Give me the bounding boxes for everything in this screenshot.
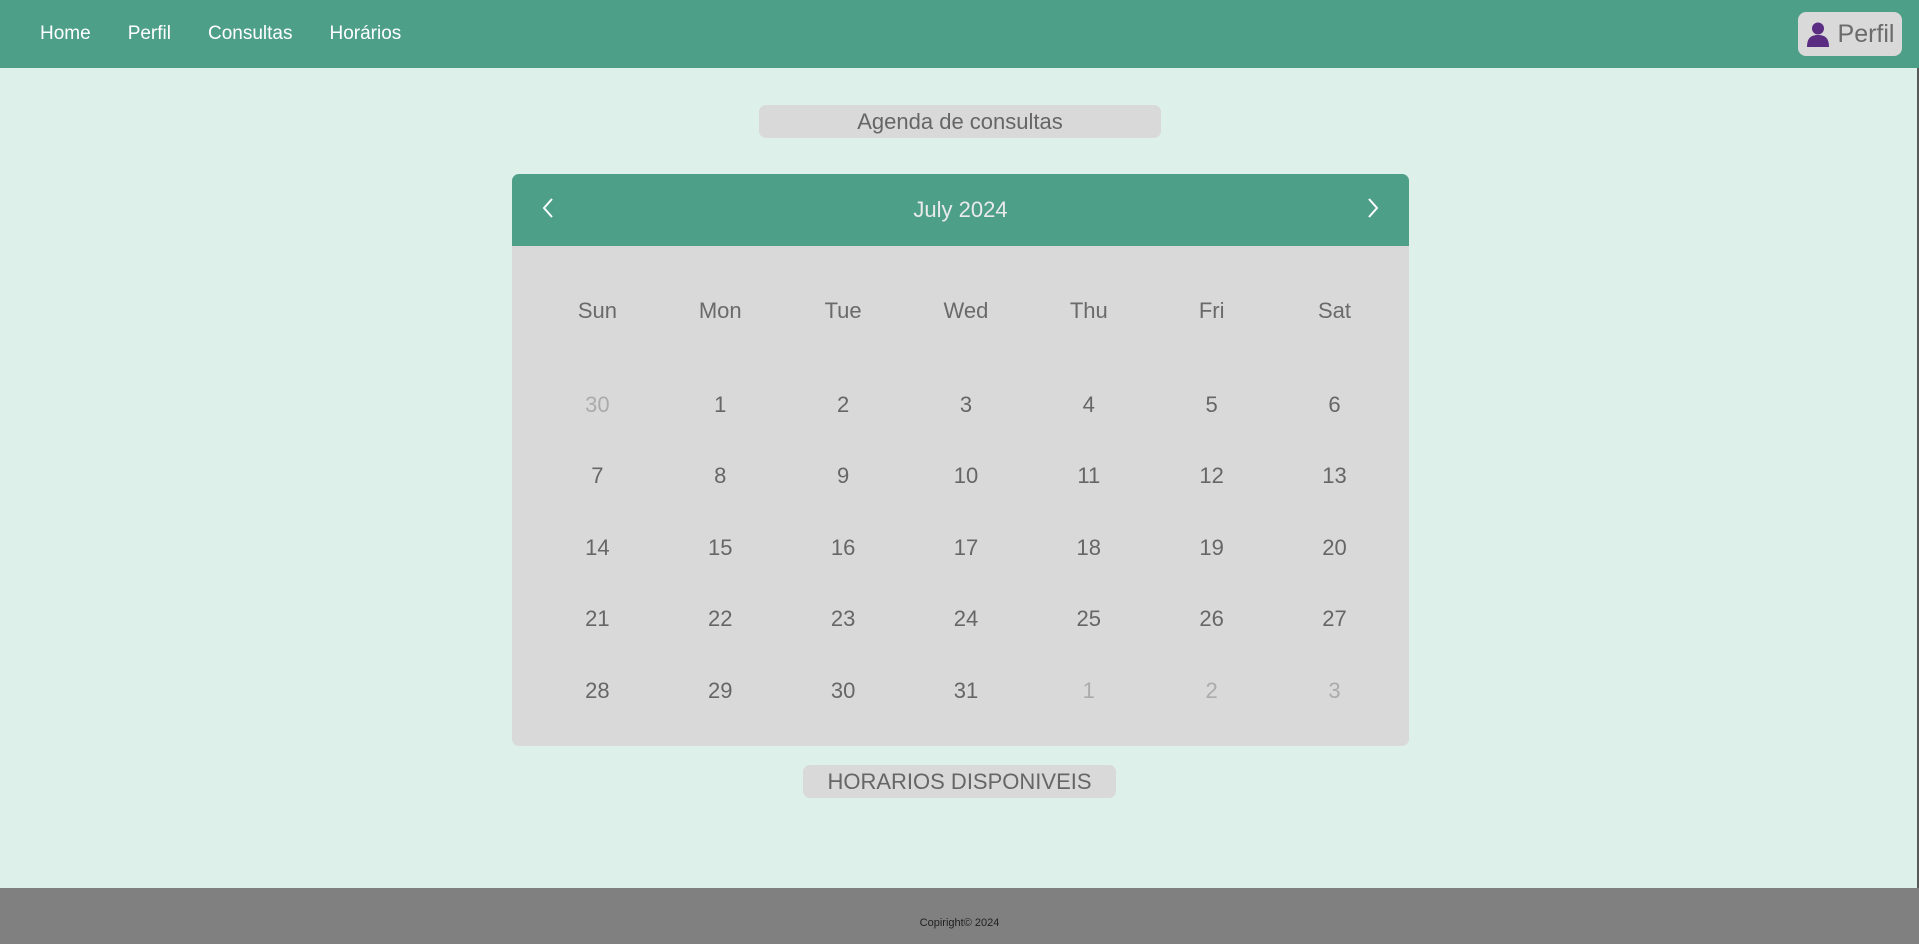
calendar-day[interactable]: 25 xyxy=(1027,584,1150,656)
footer-copyright: Copiright© 2024 xyxy=(919,917,1000,929)
calendar-day-outside-month[interactable]: 1 xyxy=(1027,655,1150,727)
calendar-day[interactable]: 6 xyxy=(1273,369,1396,441)
navbar: Home Perfil Consultas Horários Perfil xyxy=(0,0,1919,68)
calendar-day[interactable]: 19 xyxy=(1150,512,1273,584)
weekday-fri: Fri xyxy=(1198,298,1225,323)
calendar-day-outside-month[interactable]: 30 xyxy=(536,369,659,441)
calendar-day[interactable]: 27 xyxy=(1273,584,1396,656)
calendar-day[interactable]: 28 xyxy=(536,655,659,727)
calendar-day[interactable]: 17 xyxy=(905,512,1028,584)
days-grid: 30 1 2 3 4 5 6 7 8 9 10 11 12 13 14 15 16 17 18 19 20 21 22 23 2… xyxy=(536,369,1396,727)
nav-link-perfil[interactable]: Perfil xyxy=(128,23,171,45)
calendar-day[interactable]: 26 xyxy=(1150,584,1273,656)
calendar-day[interactable]: 20 xyxy=(1273,512,1396,584)
calendar-day[interactable]: 29 xyxy=(659,655,782,727)
calendar-day[interactable]: 11 xyxy=(1027,441,1150,513)
calendar-day[interactable]: 21 xyxy=(536,584,659,656)
next-month-button[interactable] xyxy=(1355,192,1391,228)
nav-link-home[interactable]: Home xyxy=(40,23,91,45)
weekday-row: Sun Mon Tue Wed Thu Fri Sat xyxy=(536,298,1396,324)
weekday-sun: Sun xyxy=(577,298,617,323)
calendar-day[interactable]: 5 xyxy=(1150,369,1273,441)
nav-link-consultas[interactable]: Consultas xyxy=(208,23,293,45)
calendar: July 2024 Sun Mon Tue Wed Thu Fri Sat 30… xyxy=(512,174,1409,746)
calendar-day[interactable]: 30 xyxy=(782,655,905,727)
calendar-day[interactable]: 7 xyxy=(536,441,659,513)
page-title: Agenda de consultas xyxy=(759,105,1161,138)
weekday-sat: Sat xyxy=(1317,298,1351,323)
profile-button[interactable]: Perfil xyxy=(1798,12,1902,56)
calendar-day[interactable]: 1 xyxy=(659,369,782,441)
calendar-day-outside-month[interactable]: 3 xyxy=(1273,655,1396,727)
weekday-tue: Tue xyxy=(824,298,862,323)
calendar-day[interactable]: 23 xyxy=(782,584,905,656)
chevron-right-icon xyxy=(1366,197,1380,224)
calendar-day[interactable]: 12 xyxy=(1150,441,1273,513)
calendar-day[interactable]: 8 xyxy=(659,441,782,513)
profile-label: Perfil xyxy=(1837,19,1895,48)
calendar-day[interactable]: 13 xyxy=(1273,441,1396,513)
available-slots-button[interactable]: HORARIOS DISPONIVEIS xyxy=(803,765,1116,798)
weekday-mon: Mon xyxy=(698,298,742,323)
calendar-day[interactable]: 18 xyxy=(1027,512,1150,584)
weekday-thu: Thu xyxy=(1069,298,1108,323)
calendar-day[interactable]: 2 xyxy=(782,369,905,441)
calendar-day[interactable]: 9 xyxy=(782,441,905,513)
calendar-day[interactable]: 14 xyxy=(536,512,659,584)
calendar-day[interactable]: 24 xyxy=(905,584,1028,656)
calendar-day[interactable]: 3 xyxy=(905,369,1028,441)
calendar-day[interactable]: 15 xyxy=(659,512,782,584)
nav-link-horarios[interactable]: Horários xyxy=(329,23,401,45)
nav-links: Home Perfil Consultas Horários xyxy=(40,0,401,68)
calendar-day[interactable]: 10 xyxy=(905,441,1028,513)
calendar-header: July 2024 xyxy=(512,174,1409,246)
calendar-day-outside-month[interactable]: 2 xyxy=(1150,655,1273,727)
calendar-day[interactable]: 4 xyxy=(1027,369,1150,441)
calendar-day[interactable]: 22 xyxy=(659,584,782,656)
calendar-month-label: July 2024 xyxy=(913,197,1008,222)
weekday-wed: Wed xyxy=(943,298,989,323)
user-icon xyxy=(1806,21,1830,47)
footer: Copiright© 2024 xyxy=(0,888,1919,944)
calendar-day[interactable]: 16 xyxy=(782,512,905,584)
calendar-day[interactable]: 31 xyxy=(905,655,1028,727)
